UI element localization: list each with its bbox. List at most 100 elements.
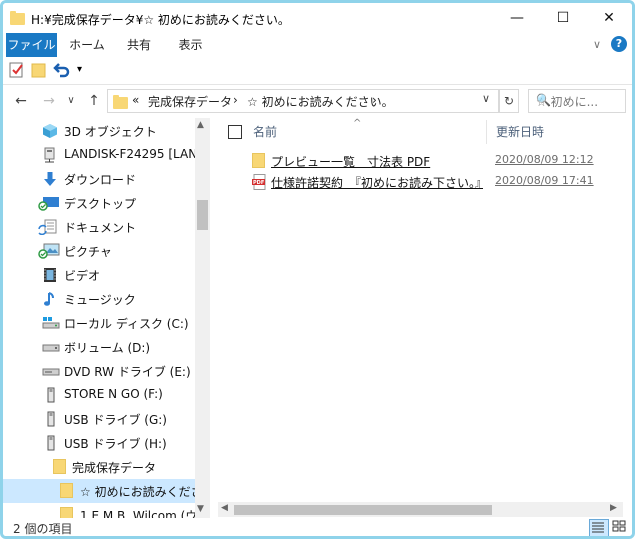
address-dropdown-icon[interactable]: ∨ — [482, 92, 490, 105]
search-input[interactable]: ☆ 初めに... 🔍 — [528, 89, 626, 113]
nav-item-label: USB ドライブ (H:) — [64, 437, 167, 451]
address-bar[interactable]: « 完成保存データ › ☆ 初めにお読みください。 › ∨ — [107, 89, 499, 113]
column-divider[interactable] — [486, 120, 487, 144]
videos-icon — [42, 267, 59, 283]
scrollbar-thumb[interactable] — [197, 200, 208, 230]
details-view-button[interactable] — [589, 519, 609, 536]
quick-access-toolbar: ▾ — [3, 57, 632, 85]
nav-item-label: ドキュメント — [64, 221, 137, 235]
nav-item-videos[interactable]: ビデオ — [3, 263, 210, 287]
address-overflow[interactable]: « — [132, 93, 139, 107]
details-view-icon — [592, 522, 604, 533]
breadcrumb-segment[interactable]: 完成保存データ — [148, 93, 232, 110]
nav-item-volume-d[interactable]: ボリューム (D:) — [3, 335, 210, 359]
nav-item-folder-kansei[interactable]: 完成保存データ — [3, 455, 210, 479]
large-icons-view-icon — [612, 520, 626, 532]
usb-drive-icon — [45, 387, 62, 403]
file-name[interactable]: プレビュー一覧 寸法表 PDF — [271, 153, 483, 170]
navigation-pane-scrollbar[interactable]: ▲ ▼ — [195, 118, 210, 521]
breadcrumb-separator[interactable]: › — [233, 93, 238, 107]
breadcrumb-separator[interactable]: › — [372, 93, 377, 107]
nav-item-landisk[interactable]: LANDISK-F24295 [LAN DI — [3, 143, 210, 167]
folder-icon — [60, 483, 77, 499]
navigation-bar: ← → ∨ ↑ « 完成保存データ › ☆ 初めにお読みください。 › ∨ ↻ … — [3, 86, 632, 116]
file-modified-date: 2020/08/09 17:41 — [495, 174, 594, 187]
dvd-drive-icon — [42, 363, 60, 379]
file-row[interactable]: PDF 仕様許諾契約 『初めにお読み下さい。』... 2020/08/09 17… — [249, 171, 629, 193]
minimize-button[interactable]: — — [494, 3, 540, 33]
help-icon[interactable]: ? — [611, 36, 627, 52]
ribbon-expand-icon[interactable]: ∨ — [593, 33, 601, 57]
sort-ascending-icon: ^ — [353, 118, 362, 129]
file-name[interactable]: 仕様許諾契約 『初めにお読み下さい。』... — [271, 174, 483, 191]
pdf-icon: PDF — [252, 174, 267, 190]
back-button[interactable]: ← — [10, 90, 32, 112]
file-list: ^ 名前 更新日時 プレビュー一覧 寸法表 PDF 2020/08/09 12:… — [215, 118, 628, 521]
up-button[interactable]: ↑ — [83, 90, 105, 112]
folder-icon — [252, 153, 267, 168]
local-disk-icon — [42, 315, 60, 331]
svg-text:PDF: PDF — [253, 180, 264, 186]
nav-item-label: ローカル ディスク (C:) — [64, 317, 189, 331]
tab-share[interactable]: 共有 — [118, 33, 160, 57]
file-list-horizontal-scrollbar[interactable]: ◀ ▶ — [218, 502, 623, 517]
column-header-modified[interactable]: 更新日時 — [496, 123, 544, 140]
tab-view[interactable]: 表示 — [168, 33, 213, 57]
music-icon — [42, 291, 59, 307]
nav-item-label: ダウンロード — [64, 173, 137, 187]
file-modified-date: 2020/08/09 12:12 — [495, 153, 594, 166]
nav-item-documents[interactable]: ドキュメント — [3, 215, 210, 239]
usb-drive-icon — [45, 411, 62, 427]
nav-item-usb-drive-h[interactable]: USB ドライブ (H:) — [3, 431, 210, 455]
window-title: H:¥完成保存データ¥☆ 初めにお読みください。 — [31, 13, 290, 27]
nav-item-folder-hajimeni[interactable]: ☆ 初めにお読みください。 — [3, 479, 210, 503]
network-drive-icon — [42, 147, 59, 163]
nav-item-downloads[interactable]: ダウンロード — [3, 167, 210, 191]
customize-toolbar-icon[interactable]: ▾ — [77, 61, 95, 79]
nav-item-usb-drive-g[interactable]: USB ドライブ (G:) — [3, 407, 210, 431]
explorer-window: H:¥完成保存データ¥☆ 初めにお読みください。 — ☐ ✕ ファイル ホーム … — [0, 0, 635, 539]
folder-icon — [53, 459, 70, 475]
undo-icon[interactable] — [53, 61, 71, 79]
refresh-button[interactable]: ↻ — [499, 89, 519, 113]
documents-icon — [38, 219, 57, 236]
scroll-left-icon[interactable]: ◀ — [221, 503, 228, 513]
nav-item-3d-objects[interactable]: 3D オブジェクト — [3, 119, 210, 143]
select-all-checkbox[interactable] — [228, 125, 242, 139]
scroll-right-icon[interactable]: ▶ — [610, 503, 617, 513]
tab-home[interactable]: ホーム — [63, 33, 111, 57]
nav-item-pictures[interactable]: ピクチャ — [3, 239, 210, 263]
nav-item-label: ビデオ — [64, 269, 101, 283]
recent-locations-button[interactable]: ∨ — [60, 90, 82, 112]
new-folder-icon[interactable] — [31, 61, 49, 79]
nav-item-label: ☆ 初めにお読みください。 — [80, 485, 210, 499]
forward-button[interactable]: → — [38, 90, 60, 112]
downloads-icon — [42, 171, 59, 187]
column-header-name[interactable]: 名前 — [253, 123, 277, 140]
navigation-pane: 3D オブジェクト LANDISK-F24295 [LAN DI ダウンロード … — [3, 118, 210, 521]
ribbon-tabs: ファイル ホーム 共有 表示 ∨ ? — [3, 33, 632, 57]
search-icon: 🔍 — [536, 93, 551, 107]
properties-icon[interactable] — [9, 61, 27, 79]
nav-item-label: DVD RW ドライブ (E:) — [64, 365, 191, 379]
nav-item-music[interactable]: ミュージック — [3, 287, 210, 311]
tab-file[interactable]: ファイル — [6, 33, 57, 57]
nav-item-desktop[interactable]: デスクトップ — [3, 191, 210, 215]
scroll-down-icon[interactable]: ▼ — [197, 504, 204, 514]
nav-item-label: 3D オブジェクト — [64, 125, 157, 139]
status-bar: 2 個の項目 — [3, 518, 632, 536]
maximize-button[interactable]: ☐ — [540, 3, 586, 33]
file-row[interactable]: プレビュー一覧 寸法表 PDF 2020/08/09 12:12 — [249, 150, 629, 172]
usb-drive-icon — [45, 435, 62, 451]
nav-item-label: デスクトップ — [64, 197, 137, 211]
scroll-up-icon[interactable]: ▲ — [197, 120, 204, 130]
nav-item-label: STORE N GO (F:) — [64, 387, 163, 401]
nav-item-local-disk-c[interactable]: ローカル ディスク (C:) — [3, 311, 210, 335]
title-bar[interactable]: H:¥完成保存データ¥☆ 初めにお読みください。 — ☐ ✕ — [3, 3, 632, 33]
scrollbar-thumb[interactable] — [234, 505, 492, 515]
close-button[interactable]: ✕ — [586, 3, 632, 33]
folder-icon — [10, 11, 25, 25]
large-icons-view-button[interactable] — [611, 519, 629, 535]
nav-item-dvd-drive-e[interactable]: DVD RW ドライブ (E:) — [3, 359, 210, 383]
nav-item-store-n-go-f[interactable]: STORE N GO (F:) — [3, 383, 210, 407]
